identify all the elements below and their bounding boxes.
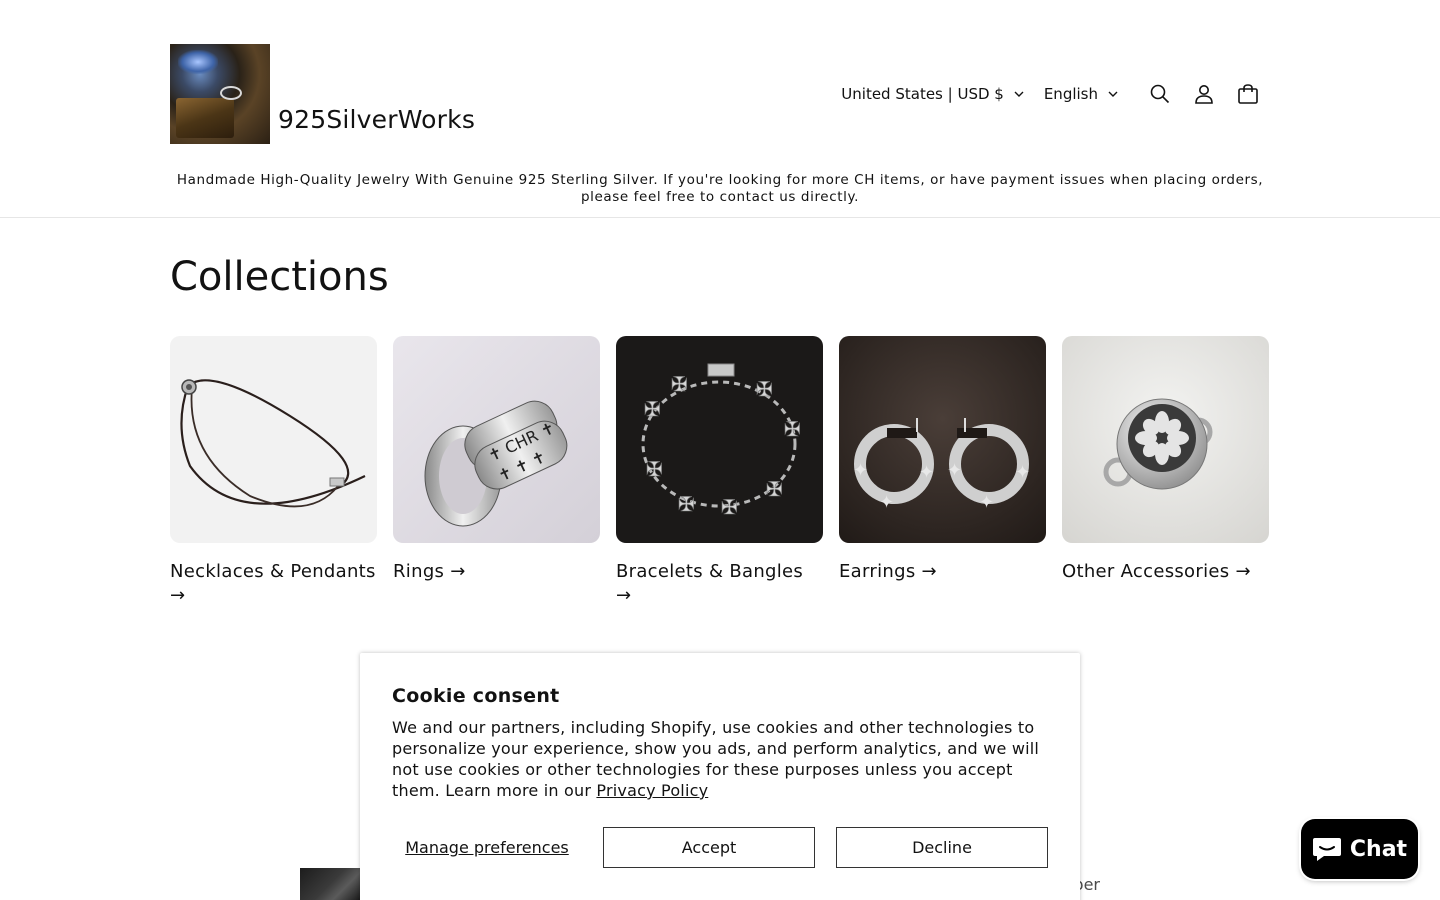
svg-text:✠: ✠ <box>646 457 663 481</box>
privacy-policy-link[interactable]: Privacy Policy <box>596 781 708 800</box>
cart-button[interactable] <box>1226 72 1270 116</box>
collection-card-earrings[interactable]: ✦ ✦ ✦ ✦ ✦ ✦ Earrings → <box>839 336 1046 608</box>
country-selector-label: United States | USD $ <box>841 85 1004 103</box>
svg-text:✠: ✠ <box>756 377 773 401</box>
cookie-title: Cookie consent <box>392 685 560 707</box>
svg-text:✠: ✠ <box>678 492 695 516</box>
collection-card-rings[interactable]: ✝ CHR ✝ ✝ ✝ ✝ Rings → <box>393 336 600 608</box>
collection-card-necklaces[interactable]: Necklaces & Pendants → <box>170 336 377 608</box>
collection-list: Necklaces & Pendants → ✝ CHR ✝ ✝ ✝ ✝ Rin… <box>170 336 1270 608</box>
decline-button[interactable]: Decline <box>836 827 1048 868</box>
search-button[interactable] <box>1138 72 1182 116</box>
header-actions: United States | USD $ English <box>841 74 1270 114</box>
chat-bubble-icon <box>1312 838 1341 861</box>
svg-text:✠: ✠ <box>721 495 738 519</box>
chat-button[interactable]: Chat <box>1301 819 1418 879</box>
svg-text:✦: ✦ <box>919 462 934 483</box>
brand-name: 925SilverWorks <box>278 105 476 134</box>
collection-label-accessories: Other Accessories → <box>1062 561 1251 582</box>
collection-image-accessories <box>1062 336 1269 543</box>
language-selector-label: English <box>1043 85 1098 103</box>
collection-label-necklaces: Necklaces & Pendants → <box>170 561 376 606</box>
collection-image-bracelets: ✠ ✠ ✠ ✠ ✠ ✠ ✠ ✠ <box>616 336 823 543</box>
collection-image-necklaces <box>170 336 377 543</box>
svg-text:✦: ✦ <box>947 460 962 481</box>
chevron-down-icon <box>1014 91 1024 97</box>
account-button[interactable] <box>1182 72 1226 116</box>
cookie-body: We and our partners, including Shopify, … <box>392 717 1048 801</box>
collection-card-bracelets[interactable]: ✠ ✠ ✠ ✠ ✠ ✠ ✠ ✠ Bracelets & Bangles → <box>616 336 823 608</box>
collection-label-bracelets: Bracelets & Bangles → <box>616 561 804 606</box>
manage-preferences-link[interactable]: Manage preferences <box>392 838 582 857</box>
collection-card-accessories[interactable]: Other Accessories → <box>1062 336 1269 608</box>
svg-text:✦: ✦ <box>1015 462 1030 483</box>
country-selector[interactable]: United States | USD $ <box>841 85 1024 103</box>
svg-text:✠: ✠ <box>784 417 801 441</box>
svg-text:✦: ✦ <box>853 460 868 481</box>
cart-icon <box>1238 84 1258 104</box>
svg-text:✦: ✦ <box>979 492 994 513</box>
svg-text:✠: ✠ <box>644 397 661 421</box>
search-icon <box>1150 84 1170 104</box>
cookie-consent-dialog: Cookie consent We and our partners, incl… <box>360 653 1080 900</box>
language-selector[interactable]: English <box>1044 85 1118 103</box>
svg-text:✦: ✦ <box>879 492 894 513</box>
chat-label: Chat <box>1349 836 1408 862</box>
chevron-down-icon <box>1108 91 1118 97</box>
partial-product-image <box>300 868 360 900</box>
collection-image-rings: ✝ CHR ✝ ✝ ✝ ✝ <box>393 336 600 543</box>
collection-image-earrings: ✦ ✦ ✦ ✦ ✦ ✦ <box>839 336 1046 543</box>
collection-label-rings: Rings → <box>393 561 466 582</box>
svg-text:✠: ✠ <box>671 372 688 396</box>
account-icon <box>1195 85 1213 104</box>
header-divider <box>0 217 1440 218</box>
logo-image <box>170 44 270 144</box>
cookie-actions: Manage preferences Accept Decline <box>392 827 1048 868</box>
logo-link[interactable]: 925SilverWorks <box>170 44 475 144</box>
svg-text:✠: ✠ <box>766 477 783 501</box>
accept-button[interactable]: Accept <box>603 827 815 868</box>
collection-label-earrings: Earrings → <box>839 561 937 582</box>
announcement-bar: Handmade High-Quality Jewelry With Genui… <box>176 172 1264 205</box>
site-header: 925SilverWorks United States | USD $ Eng… <box>0 0 1440 205</box>
cookie-body-text: We and our partners, including Shopify, … <box>392 718 1040 800</box>
page-title: Collections <box>170 254 389 300</box>
